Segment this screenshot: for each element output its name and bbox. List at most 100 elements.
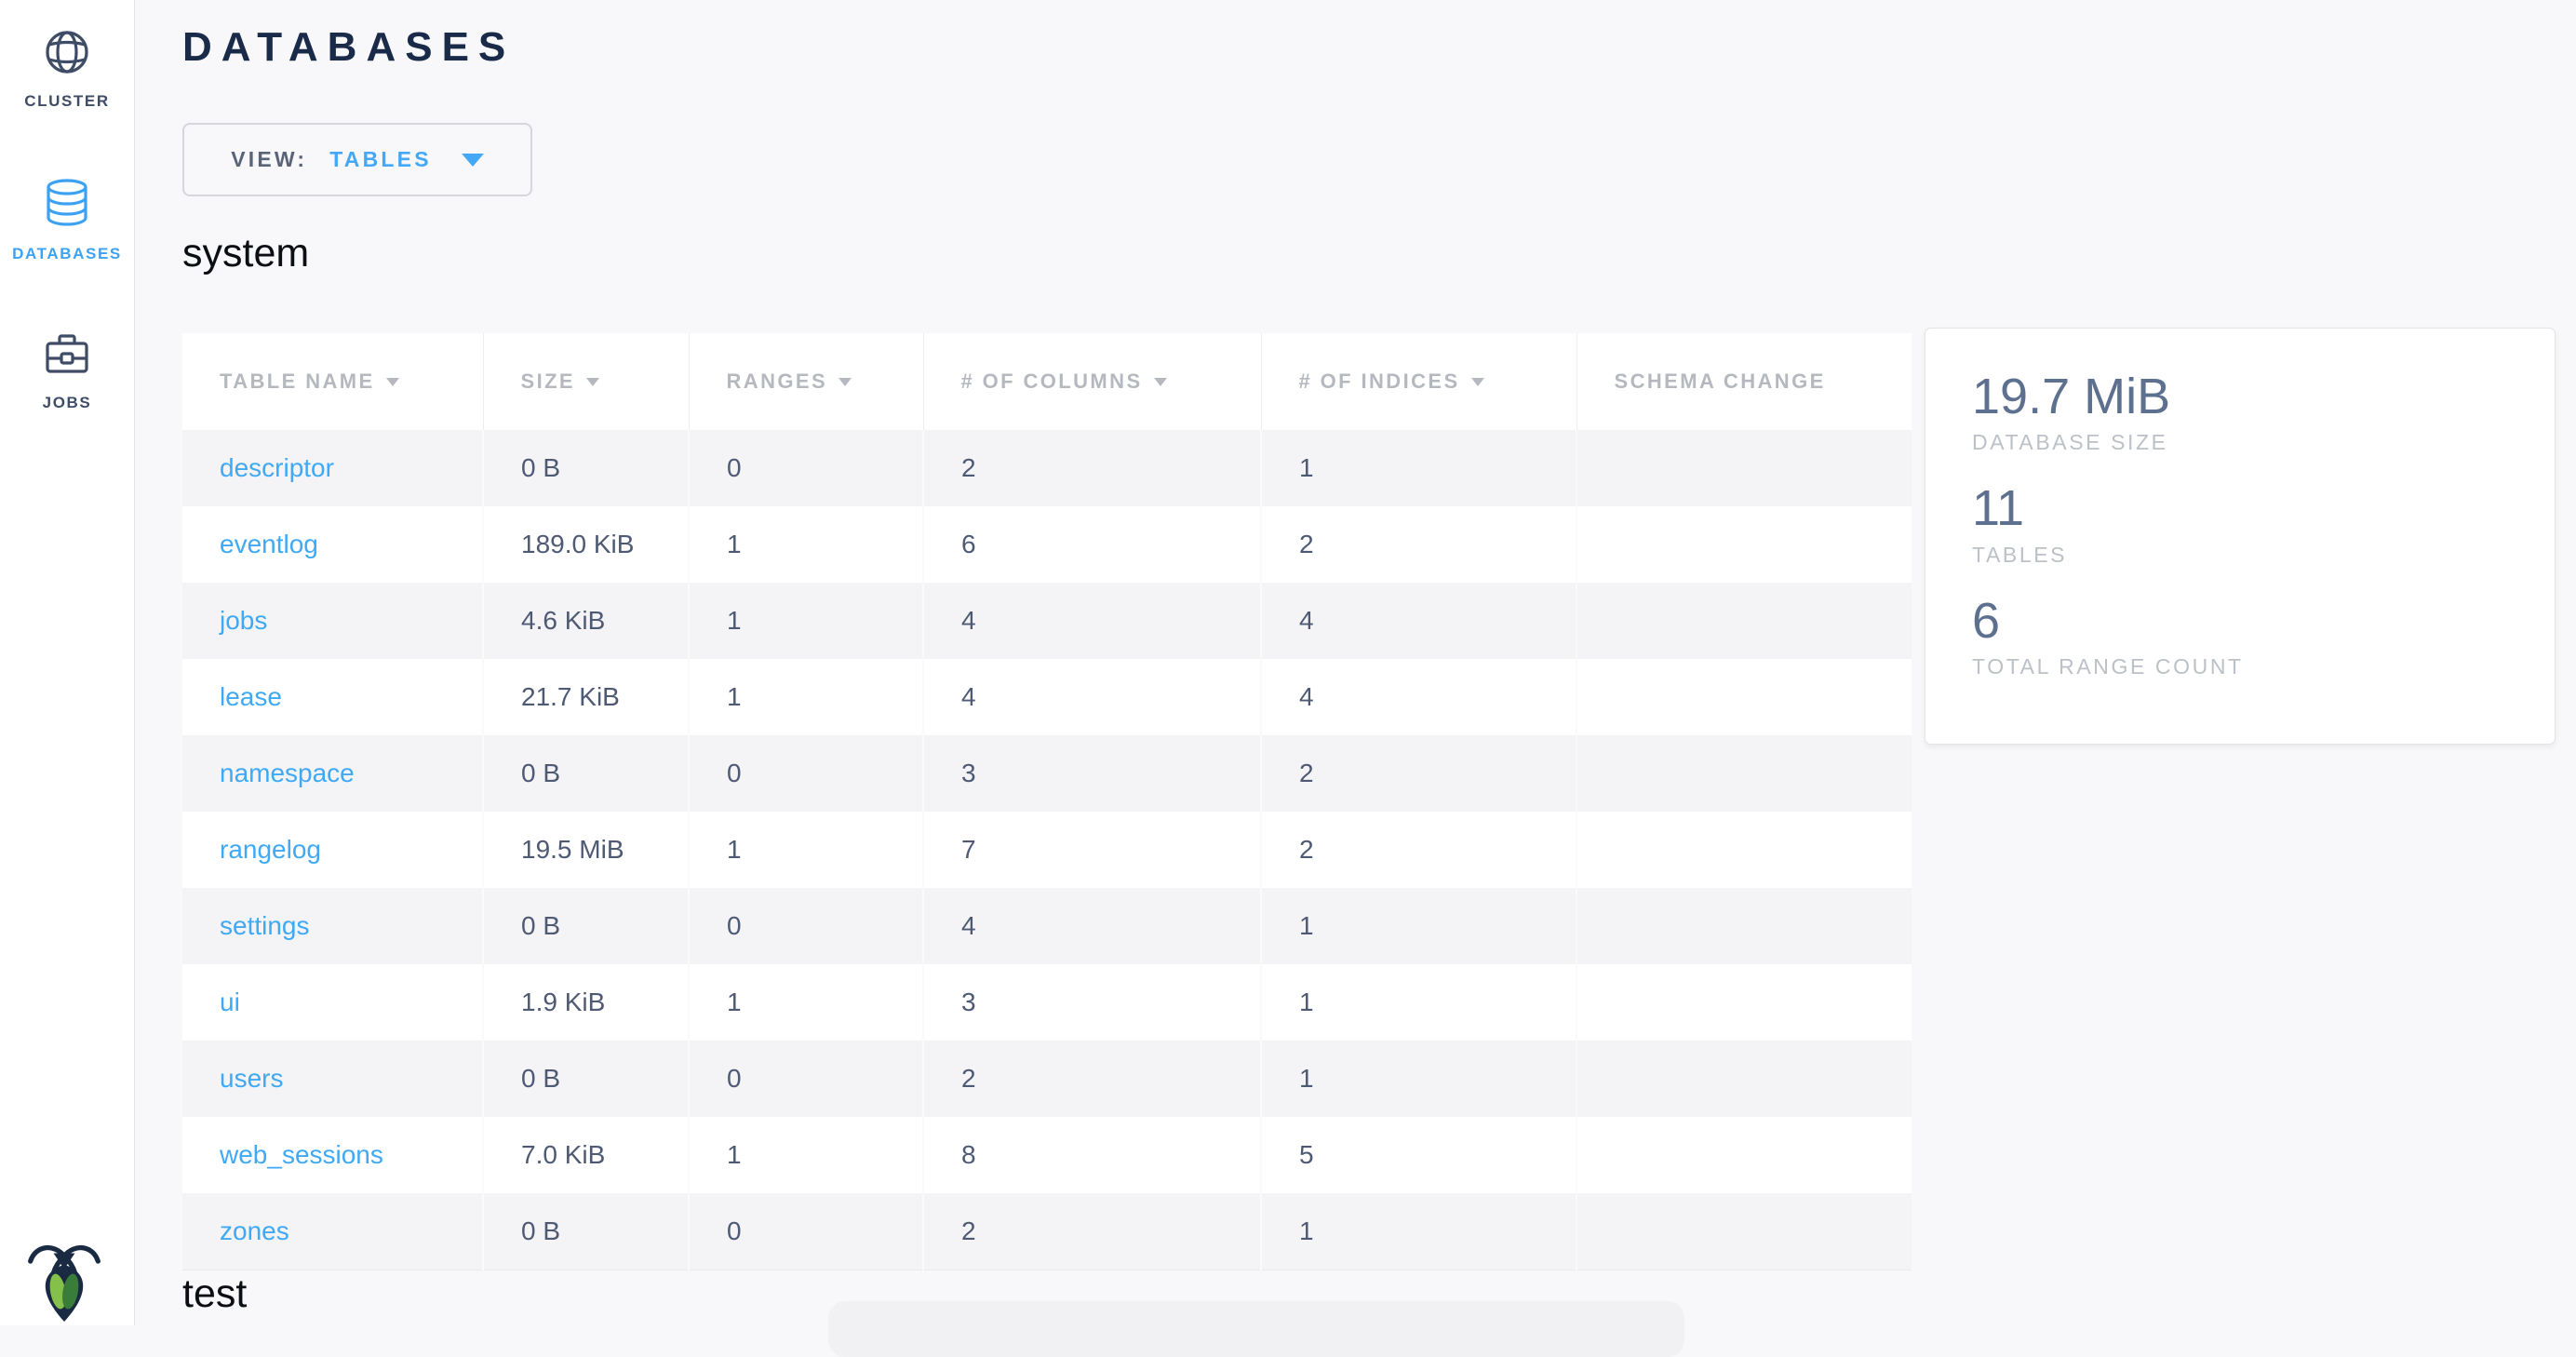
- column-header-label: SCHEMA CHANGE: [1615, 369, 1826, 393]
- table-cell-num-columns: 2: [923, 1041, 1261, 1117]
- table-name-link[interactable]: lease: [220, 682, 282, 711]
- column-header-table-name[interactable]: TABLE NAME: [182, 333, 483, 430]
- table-cell-size: 0 B: [483, 888, 689, 964]
- table-cell-size: 7.0 KiB: [483, 1117, 689, 1193]
- column-header-size[interactable]: SIZE: [483, 333, 689, 430]
- sidebar-item-cluster[interactable]: CLUSTER: [0, 30, 134, 111]
- table-row: web_sessions7.0 KiB185: [182, 1117, 1912, 1193]
- table-cell-size: 4.6 KiB: [483, 583, 689, 659]
- table-row: jobs4.6 KiB144: [182, 583, 1912, 659]
- table-cell-num-indices: 2: [1261, 812, 1576, 888]
- table-row: eventlog189.0 KiB162: [182, 506, 1912, 583]
- table-name-link[interactable]: zones: [220, 1216, 289, 1245]
- summary-stat: 6 TOTAL RANGE COUNT: [1972, 594, 2527, 679]
- database-icon: [45, 179, 89, 232]
- sort-triangle-down-icon: [1471, 378, 1484, 386]
- table-name-link[interactable]: users: [220, 1064, 283, 1093]
- table-name-link[interactable]: rangelog: [220, 835, 321, 864]
- table-cell-size: 0 B: [483, 735, 689, 812]
- table-row: zones 0 B021: [182, 1193, 1912, 1270]
- table-cell-table-name: descriptor: [182, 430, 483, 506]
- cockroach-logo[interactable]: [24, 1242, 104, 1323]
- column-header-schema-change: SCHEMA CHANGE: [1576, 333, 1912, 430]
- column-header-label: # OF INDICES: [1299, 369, 1460, 393]
- table-cell-schema-change: [1576, 430, 1912, 506]
- table-cell-schema-change: [1576, 506, 1912, 583]
- stat-label: TOTAL RANGE COUNT: [1972, 654, 2527, 679]
- sort-triangle-down-icon: [1154, 378, 1167, 386]
- table-row: lease21.7 KiB144: [182, 659, 1912, 735]
- sidebar-item-jobs[interactable]: JOBS: [0, 331, 134, 412]
- sidebar-item-label: JOBS: [43, 394, 92, 412]
- table-row: namespace0 B032: [182, 735, 1912, 812]
- sidebar-item-label: CLUSTER: [24, 92, 109, 111]
- table-cell-size: 19.5 MiB: [483, 812, 689, 888]
- table-cell-size: 0 B: [483, 1041, 689, 1117]
- table-cell-ranges: 1: [689, 506, 923, 583]
- table-cell-num-columns: 4: [923, 583, 1261, 659]
- database-heading-system: system: [182, 231, 309, 276]
- table-cell-schema-change: [1576, 812, 1912, 888]
- column-header-of-columns[interactable]: # OF COLUMNS: [923, 333, 1261, 430]
- table-cell-num-columns: 3: [923, 964, 1261, 1041]
- table-cell-schema-change: [1576, 1041, 1912, 1117]
- table-cell-schema-change: [1576, 735, 1912, 812]
- column-header-label: SIZE: [521, 369, 576, 393]
- table-cell-num-columns: 3: [923, 735, 1261, 812]
- table-row: ui1.9 KiB131: [182, 964, 1912, 1041]
- table-cell-table-name: web_sessions: [182, 1117, 483, 1193]
- table-cell-size: 1.9 KiB: [483, 964, 689, 1041]
- database-heading-test: test: [182, 1271, 247, 1317]
- table-name-link[interactable]: jobs: [220, 606, 267, 635]
- table-cell-ranges: 1: [689, 964, 923, 1041]
- table-cell-ranges: 1: [689, 1117, 923, 1193]
- table-cell-ranges: 1: [689, 659, 923, 735]
- table-cell-table-name: eventlog: [182, 506, 483, 583]
- table-cell-num-columns: 4: [923, 659, 1261, 735]
- sidebar-item-label: DATABASES: [12, 245, 122, 263]
- table-cell-schema-change: [1576, 888, 1912, 964]
- table-cell-size: 189.0 KiB: [483, 506, 689, 583]
- table-name-link[interactable]: descriptor: [220, 453, 334, 482]
- stat-value: 19.7 MiB: [1972, 369, 2527, 424]
- table-row: settings0 B041: [182, 888, 1912, 964]
- table-cell-num-indices: 1: [1261, 1193, 1576, 1270]
- table-name-link[interactable]: ui: [220, 988, 240, 1016]
- table-cell-ranges: 0: [689, 735, 923, 812]
- table-cell-num-columns: 2: [923, 1193, 1261, 1270]
- table-cell-schema-change: [1576, 964, 1912, 1041]
- sidebar-item-databases[interactable]: DATABASES: [0, 179, 134, 263]
- column-header-of-indices[interactable]: # OF INDICES: [1261, 333, 1576, 430]
- table-cell-num-indices: 4: [1261, 659, 1576, 735]
- table-name-link[interactable]: eventlog: [220, 530, 318, 558]
- table-name-link[interactable]: namespace: [220, 759, 355, 787]
- view-dropdown[interactable]: VIEW: TABLES: [182, 123, 532, 196]
- table-cell-table-name: jobs: [182, 583, 483, 659]
- summary-stat: 19.7 MiBDATABASE SIZE: [1972, 369, 2527, 455]
- table-cell-table-name: lease: [182, 659, 483, 735]
- sort-triangle-down-icon: [386, 378, 399, 386]
- globe-icon: [45, 30, 89, 79]
- table-cell-size: 0 B: [483, 1193, 689, 1270]
- table-cell-table-name: settings: [182, 888, 483, 964]
- briefcase-icon: [44, 331, 90, 381]
- table-cell-schema-change: [1576, 1117, 1912, 1193]
- column-header-ranges[interactable]: RANGES: [689, 333, 923, 430]
- table-cell-num-columns: 7: [923, 812, 1261, 888]
- window-shadow: [828, 1301, 1684, 1357]
- table-name-link[interactable]: web_sessions: [220, 1140, 383, 1169]
- table-cell-schema-change: [1576, 583, 1912, 659]
- chevron-down-icon: [462, 154, 484, 167]
- table-cell-table-name: ui: [182, 964, 483, 1041]
- table-row: users0 B021: [182, 1041, 1912, 1117]
- table-cell-num-indices: 1: [1261, 430, 1576, 506]
- view-dropdown-label: VIEW:: [231, 147, 307, 172]
- page-title: DATABASES: [182, 24, 515, 71]
- table-row: descriptor0 B021: [182, 430, 1912, 506]
- table-cell-table-name: zones: [182, 1193, 483, 1270]
- table-cell-num-columns: 8: [923, 1117, 1261, 1193]
- table-cell-num-indices: 1: [1261, 964, 1576, 1041]
- table-name-link[interactable]: settings: [220, 911, 310, 940]
- table-cell-ranges: 0: [689, 1193, 923, 1270]
- stat-value: 6: [1972, 594, 2527, 649]
